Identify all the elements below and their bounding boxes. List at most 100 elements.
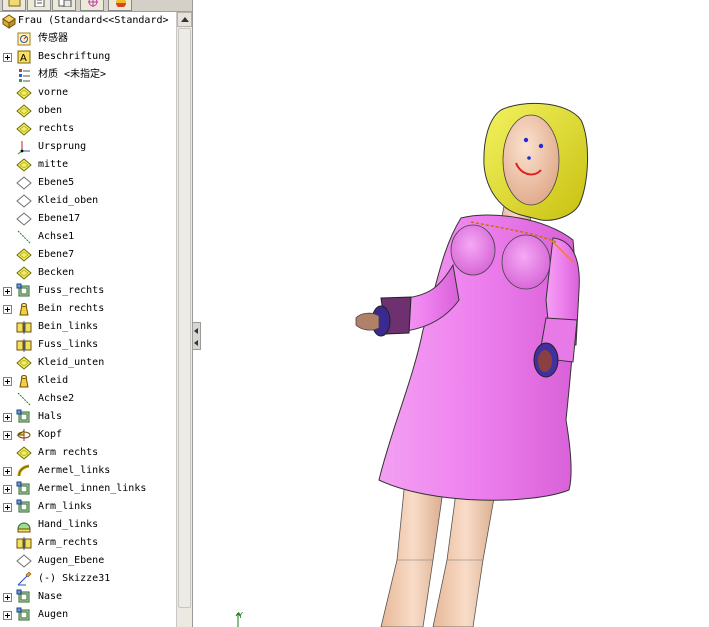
sensor-icon — [16, 31, 32, 47]
scroll-up-arrow[interactable] — [177, 12, 192, 27]
expand-toggle[interactable] — [3, 431, 12, 440]
tree-item[interactable]: Augen_Ebene — [0, 552, 176, 570]
tree-item[interactable]: Fuss_rechts — [0, 282, 176, 300]
tree-item[interactable]: Hand_links — [0, 516, 176, 534]
hand-left — [355, 312, 380, 331]
boss-extrude-icon — [16, 283, 32, 299]
tree-item[interactable]: Arm rechts — [0, 444, 176, 462]
plane-outline-icon — [16, 553, 32, 569]
tree-item-label: Bein rechts — [38, 303, 105, 314]
tree-item[interactable]: Augen — [0, 606, 176, 624]
tree-item[interactable]: (-) Skizze31 — [0, 570, 176, 588]
annotation-icon: A — [16, 49, 32, 65]
tree-item[interactable]: Becken — [0, 264, 176, 282]
mirror-icon — [16, 337, 32, 353]
plane-icon — [16, 445, 32, 461]
axis-icon — [16, 391, 32, 407]
tree-item[interactable]: Kleid_oben — [0, 192, 176, 210]
tree-item-label: Nase — [38, 591, 63, 602]
tree-item-label: Augen_Ebene — [38, 555, 105, 566]
tree-item[interactable]: Nase — [0, 588, 176, 606]
loft-icon — [16, 373, 32, 389]
tab-dimxpert[interactable] — [80, 0, 104, 11]
tree-item[interactable]: A Beschriftung — [0, 48, 176, 66]
nose — [527, 156, 531, 160]
expand-toggle[interactable] — [3, 485, 12, 494]
eye-right — [538, 143, 544, 149]
tree-item-label: Becken — [38, 267, 75, 278]
expand-toggle[interactable] — [3, 53, 12, 62]
tree-item[interactable]: vorne — [0, 84, 176, 102]
tree-item[interactable]: Aermel_links — [0, 462, 176, 480]
tree-item-label: Frau (Standard<<Standard> — [18, 15, 169, 26]
tree-item-label: Bein_links — [38, 321, 99, 332]
tree-item[interactable]: Fuss_links — [0, 336, 176, 354]
expand-toggle[interactable] — [3, 377, 12, 386]
tree-item[interactable]: Arm_rechts — [0, 534, 176, 552]
tree-item[interactable]: Arm_links — [0, 498, 176, 516]
tree-item[interactable]: Aermel_innen_links — [0, 480, 176, 498]
panel-collapse-handle[interactable] — [193, 322, 201, 350]
tree-item[interactable]: 传感器 — [0, 30, 176, 48]
tree-item-label: rechts — [38, 123, 75, 134]
hand-right — [538, 350, 552, 372]
material-icon — [16, 67, 32, 83]
tree-item[interactable]: Ebene17 — [0, 210, 176, 228]
tree-item[interactable]: Achse1 — [0, 228, 176, 246]
tree-item[interactable]: Kleid_unten — [0, 354, 176, 372]
panel-tabs — [0, 0, 192, 12]
tree-item-label: Ursprung — [38, 141, 87, 152]
tree-item-label: vorne — [38, 87, 69, 98]
eye-left — [523, 137, 529, 143]
tree-item-label: mitte — [38, 159, 69, 170]
tab-feature-manager[interactable] — [2, 0, 26, 11]
expand-toggle[interactable] — [3, 287, 12, 296]
plane-icon — [16, 265, 32, 281]
boss-extrude-icon — [16, 409, 32, 425]
tree-item[interactable]: rechts — [0, 120, 176, 138]
tree-item[interactable]: Ursprung — [0, 138, 176, 156]
plane-outline-icon — [16, 211, 32, 227]
tab-display-manager[interactable] — [108, 0, 132, 11]
tree-item[interactable]: Kleid — [0, 372, 176, 390]
expand-toggle[interactable] — [3, 413, 12, 422]
expand-toggle[interactable] — [3, 467, 12, 476]
face — [502, 114, 560, 206]
tab-property-manager[interactable] — [27, 0, 51, 11]
tree-item[interactable]: Kopf — [0, 426, 176, 444]
model-render — [355, 102, 588, 627]
scroll-thumb[interactable] — [178, 28, 191, 608]
expand-toggle[interactable] — [3, 305, 12, 314]
tree-scrollbar[interactable] — [176, 12, 192, 627]
revolve-icon — [16, 427, 32, 443]
tree-item[interactable]: Bein_links — [0, 318, 176, 336]
expand-toggle[interactable] — [3, 503, 12, 512]
expand-toggle[interactable] — [3, 611, 12, 620]
tree-item-label: Ebene5 — [38, 177, 75, 188]
tree-item-label: Aermel_innen_links — [38, 483, 147, 494]
loft-icon — [16, 301, 32, 317]
tree-item[interactable]: Achse2 — [0, 390, 176, 408]
tree-item-label: Fuss_links — [38, 339, 99, 350]
tree-item[interactable]: Bein rechts — [0, 300, 176, 318]
graphics-viewport[interactable] — [201, 0, 709, 627]
feature-manager-panel: Frau (Standard<<Standard> 传感器 A Beschriftun… — [0, 0, 193, 627]
tree-item[interactable]: Hals — [0, 408, 176, 426]
tree-item[interactable]: Ebene5 — [0, 174, 176, 192]
tree-item[interactable]: mitte — [0, 156, 176, 174]
plane-icon — [16, 103, 32, 119]
tab-configuration-manager[interactable] — [52, 0, 76, 11]
tree-item[interactable]: oben — [0, 102, 176, 120]
sketch-icon — [16, 571, 32, 587]
plane-icon — [16, 85, 32, 101]
mirror-icon — [16, 319, 32, 335]
tree-root-part[interactable]: Frau (Standard<<Standard> — [0, 12, 176, 30]
tree-item[interactable]: Ebene7 — [0, 246, 176, 264]
tree-item-label: Beschriftung — [38, 51, 111, 62]
svg-text:A: A — [20, 53, 27, 64]
expand-toggle[interactable] — [3, 593, 12, 602]
boss-extrude-icon — [16, 607, 32, 623]
tree-item[interactable]: 材质 <未指定> — [0, 66, 176, 84]
boss-extrude-icon — [16, 499, 32, 515]
tree-item-label: Kopf — [38, 429, 63, 440]
